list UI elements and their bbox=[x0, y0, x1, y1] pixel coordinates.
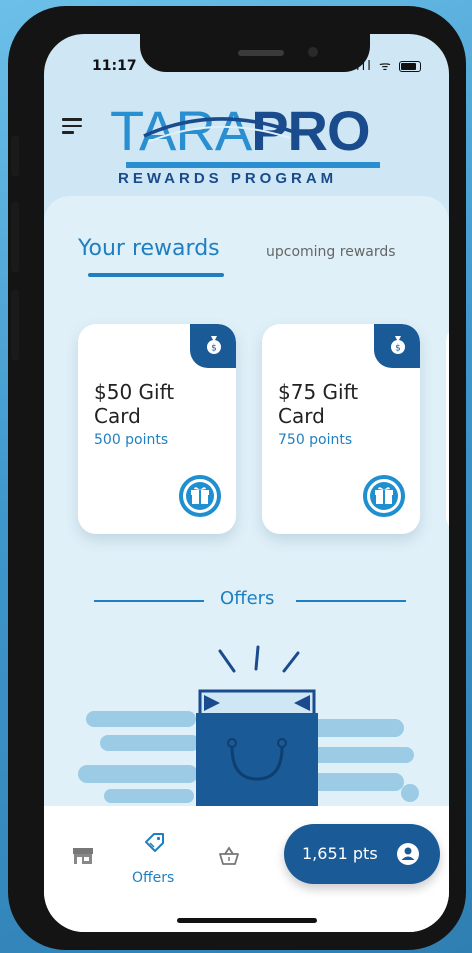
user-profile-icon bbox=[397, 843, 419, 865]
speaker bbox=[238, 50, 284, 56]
logo-bar bbox=[126, 162, 380, 168]
side-button bbox=[11, 136, 19, 176]
points-balance: 1,651 pts bbox=[302, 844, 378, 863]
svg-text:$: $ bbox=[395, 344, 401, 354]
reward-title: $50 Gift Card bbox=[94, 380, 175, 428]
tab-your-rewards[interactable]: Your rewards bbox=[78, 236, 220, 261]
tab-active-indicator bbox=[88, 273, 224, 277]
logo-swoosh-icon bbox=[143, 117, 295, 143]
money-bag-icon: $ bbox=[391, 336, 405, 354]
home-indicator[interactable] bbox=[177, 918, 317, 923]
money-bag-icon: $ bbox=[207, 336, 221, 354]
divider bbox=[296, 600, 406, 602]
basket-icon[interactable] bbox=[218, 846, 240, 866]
points-balance-button[interactable]: 1,651 pts bbox=[284, 824, 440, 884]
side-button bbox=[11, 290, 19, 360]
reward-card[interactable]: $ $75 Gift Card 750 points bbox=[262, 324, 420, 534]
store-icon[interactable] bbox=[72, 846, 94, 866]
app-screen: 11:17 ıll ᯤ TARAPRO REWARDS PROGRAM Your… bbox=[44, 34, 449, 932]
side-button bbox=[11, 202, 19, 272]
svg-text:$: $ bbox=[211, 344, 217, 354]
tab-upcoming-rewards[interactable]: upcoming rewards bbox=[266, 244, 396, 260]
gift-redeem-icon[interactable] bbox=[362, 474, 406, 518]
status-time: 11:17 bbox=[92, 58, 137, 74]
reward-card[interactable]: $ $50 Gift Card 500 points bbox=[78, 324, 236, 534]
divider bbox=[94, 600, 204, 602]
battery-icon bbox=[399, 61, 421, 72]
notch bbox=[140, 34, 370, 72]
logo-subtitle: REWARDS PROGRAM bbox=[118, 170, 338, 187]
phone-frame: 11:17 ıll ᯤ TARAPRO REWARDS PROGRAM Your… bbox=[8, 6, 466, 950]
menu-icon[interactable] bbox=[62, 114, 82, 138]
tarapro-logo: TARAPRO REWARDS PROGRAM bbox=[104, 96, 404, 188]
offers-tag-icon[interactable] bbox=[142, 832, 166, 856]
shopping-bag-illustration bbox=[78, 645, 419, 809]
offers-heading: Offers bbox=[220, 588, 275, 609]
reward-title: $75 Gift Card bbox=[278, 380, 359, 428]
reward-points: 750 points bbox=[278, 432, 353, 448]
reward-card-peek[interactable] bbox=[446, 324, 449, 534]
nav-offers-label[interactable]: Offers bbox=[132, 870, 174, 886]
reward-points: 500 points bbox=[94, 432, 169, 448]
gift-redeem-icon[interactable] bbox=[178, 474, 222, 518]
camera bbox=[308, 47, 318, 57]
